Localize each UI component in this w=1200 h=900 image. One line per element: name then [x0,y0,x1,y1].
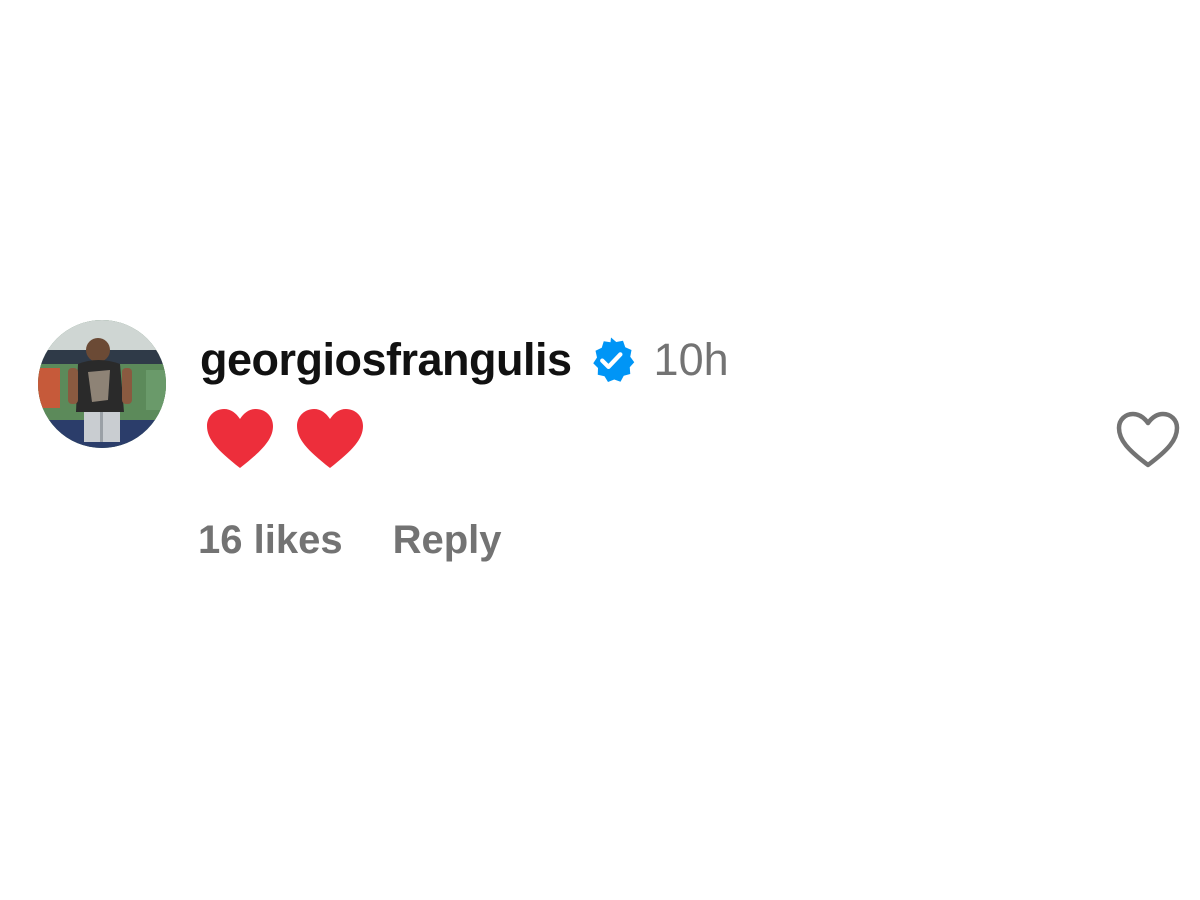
heart-outline-icon [1116,411,1180,468]
comment-text [205,408,365,470]
reply-button[interactable]: Reply [393,518,502,563]
likes-count-link[interactable]: 16 likes [198,518,343,563]
comment-header: georgiosfrangulis 10h [200,330,729,390]
red-heart-emoji-icon [207,409,273,468]
verified-badge-icon [586,335,636,385]
avatar-image [38,320,166,448]
comment-item: georgiosfrangulis 10h 16 likes Reply [0,0,1200,900]
comment-actions: 16 likes Reply [198,518,502,563]
avatar[interactable] [38,320,166,448]
red-heart-emoji-icon [297,409,363,468]
like-comment-button[interactable] [1115,410,1181,470]
username-link[interactable]: georgiosfrangulis [200,334,572,386]
comment-timestamp[interactable]: 10h [654,334,729,386]
